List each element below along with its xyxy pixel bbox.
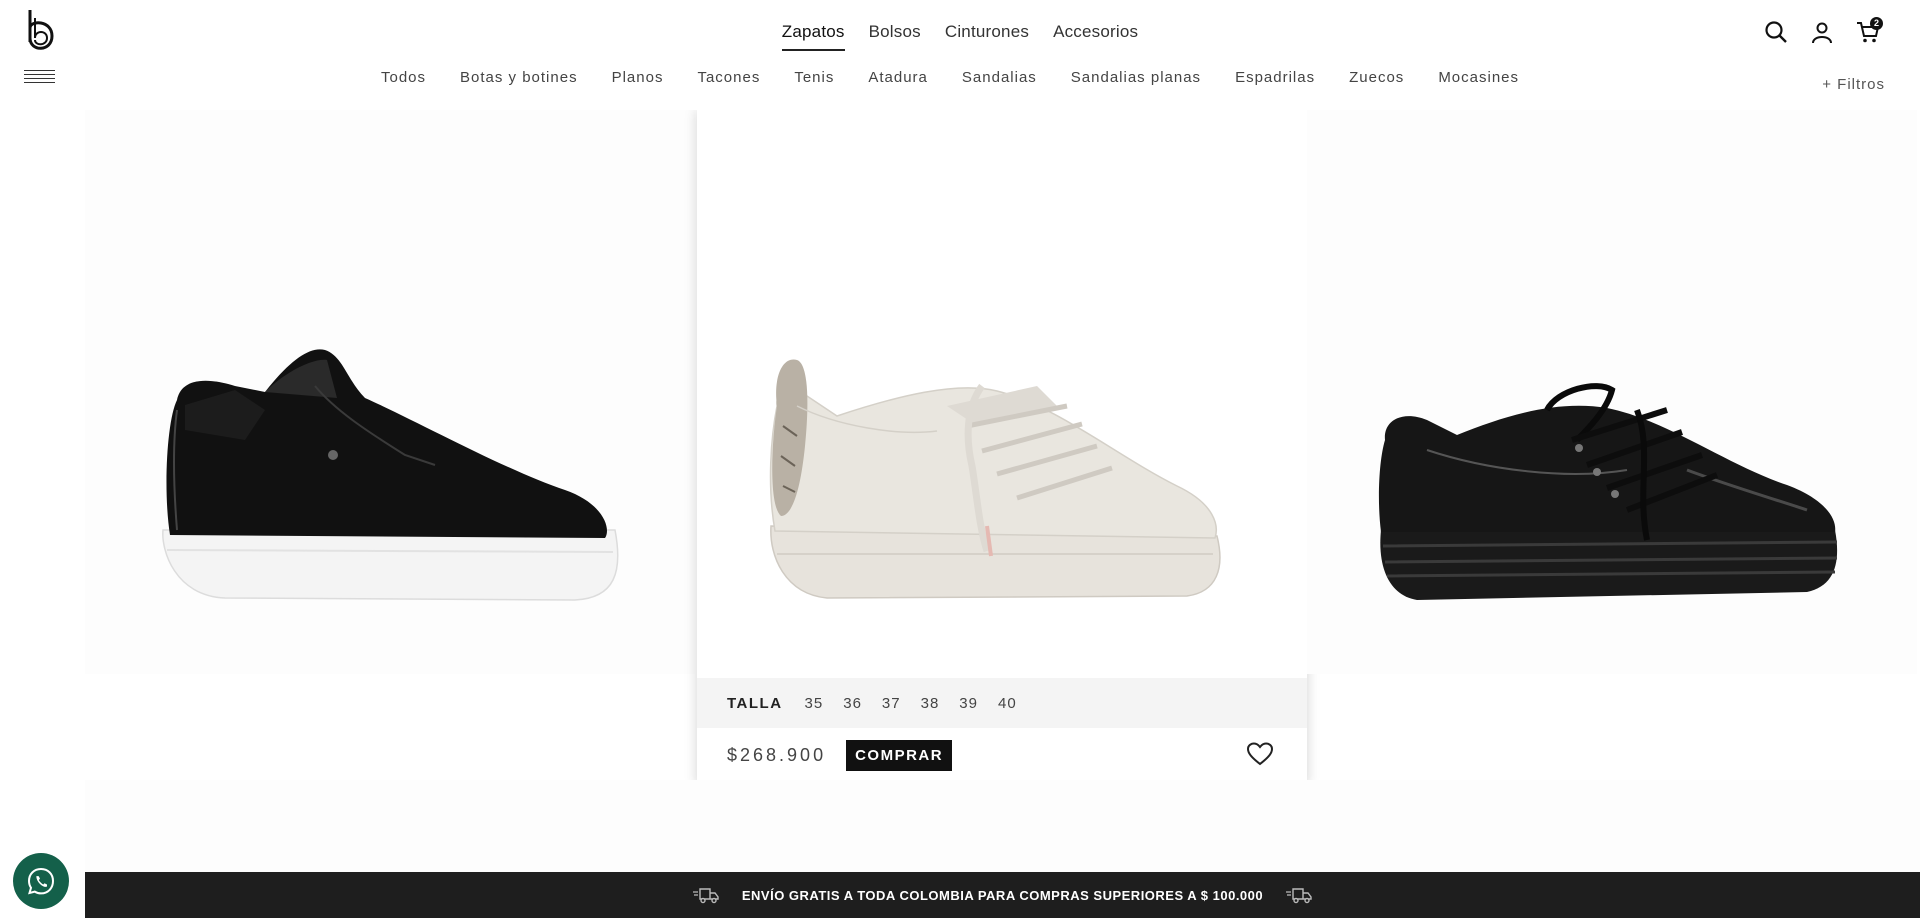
whatsapp-chat-button[interactable] bbox=[13, 853, 69, 909]
size-option-35[interactable]: 35 bbox=[805, 695, 824, 712]
category-tacones[interactable]: Tacones bbox=[697, 69, 760, 86]
header-actions: 2 bbox=[1764, 17, 1883, 44]
primary-nav: Zapatos Bolsos Cinturones Accesorios bbox=[0, 22, 1920, 51]
category-sandalias[interactable]: Sandalias bbox=[962, 69, 1037, 86]
product-card[interactable] bbox=[1307, 110, 1917, 674]
size-selector: TALLA 35 36 37 38 39 40 bbox=[697, 678, 1307, 728]
category-planos[interactable]: Planos bbox=[612, 69, 664, 86]
whatsapp-icon bbox=[27, 867, 55, 895]
category-espadrilas[interactable]: Espadrilas bbox=[1235, 69, 1315, 86]
wishlist-heart-icon[interactable] bbox=[1247, 742, 1273, 766]
category-todos[interactable]: Todos bbox=[381, 69, 426, 86]
product-image-black-slip-on-sneaker[interactable] bbox=[85, 110, 695, 674]
product-grid: TALLA 35 36 37 38 39 40 $268.900 COMPRAR bbox=[85, 106, 1920, 872]
product-image-black-patent-sneaker[interactable] bbox=[1307, 110, 1917, 674]
delivery-truck-icon bbox=[1286, 888, 1312, 904]
category-botas-y-botines[interactable]: Botas y botines bbox=[460, 69, 578, 86]
category-zuecos[interactable]: Zuecos bbox=[1349, 69, 1404, 86]
shipping-banner: ENVÍO GRATIS A TODA COLOMBIA PARA COMPRA… bbox=[85, 872, 1920, 918]
size-label: TALLA bbox=[727, 694, 783, 712]
site-header: Zapatos Bolsos Cinturones Accesorios Tod… bbox=[0, 0, 1920, 110]
category-nav: Todos Botas y botines Planos Tacones Ten… bbox=[0, 69, 1920, 86]
size-option-38[interactable]: 38 bbox=[921, 695, 940, 712]
product-price: $268.900 bbox=[727, 744, 827, 765]
size-option-36[interactable]: 36 bbox=[843, 695, 862, 712]
size-option-37[interactable]: 37 bbox=[882, 695, 901, 712]
user-account-icon[interactable] bbox=[1810, 20, 1834, 44]
filters-toggle[interactable]: + Filtros bbox=[1822, 76, 1885, 93]
product-card-hovered[interactable]: TALLA 35 36 37 38 39 40 $268.900 COMPRAR bbox=[697, 106, 1307, 782]
category-atadura[interactable]: Atadura bbox=[868, 69, 928, 86]
category-sandalias-planas[interactable]: Sandalias planas bbox=[1071, 69, 1201, 86]
nav-accesorios[interactable]: Accesorios bbox=[1053, 22, 1138, 51]
cart-count-badge: 2 bbox=[1870, 17, 1883, 30]
nav-cinturones[interactable]: Cinturones bbox=[945, 22, 1029, 51]
cart-button[interactable]: 2 bbox=[1856, 17, 1883, 44]
category-mocasines[interactable]: Mocasines bbox=[1438, 69, 1519, 86]
buy-button[interactable]: COMPRAR bbox=[846, 739, 953, 771]
price-row: $268.900 COMPRAR bbox=[697, 728, 1307, 782]
nav-zapatos[interactable]: Zapatos bbox=[781, 22, 845, 51]
product-grid-next-row bbox=[85, 780, 1920, 872]
size-option-39[interactable]: 39 bbox=[959, 695, 978, 712]
nav-bolsos[interactable]: Bolsos bbox=[869, 22, 921, 51]
category-tenis[interactable]: Tenis bbox=[794, 69, 834, 86]
product-card[interactable] bbox=[85, 110, 695, 674]
search-icon[interactable] bbox=[1764, 20, 1788, 44]
size-option-40[interactable]: 40 bbox=[998, 695, 1017, 712]
product-image-cream-sneaker[interactable] bbox=[697, 106, 1307, 670]
delivery-truck-icon bbox=[692, 888, 719, 904]
shipping-banner-text: ENVÍO GRATIS A TODA COLOMBIA PARA COMPRA… bbox=[741, 887, 1264, 903]
